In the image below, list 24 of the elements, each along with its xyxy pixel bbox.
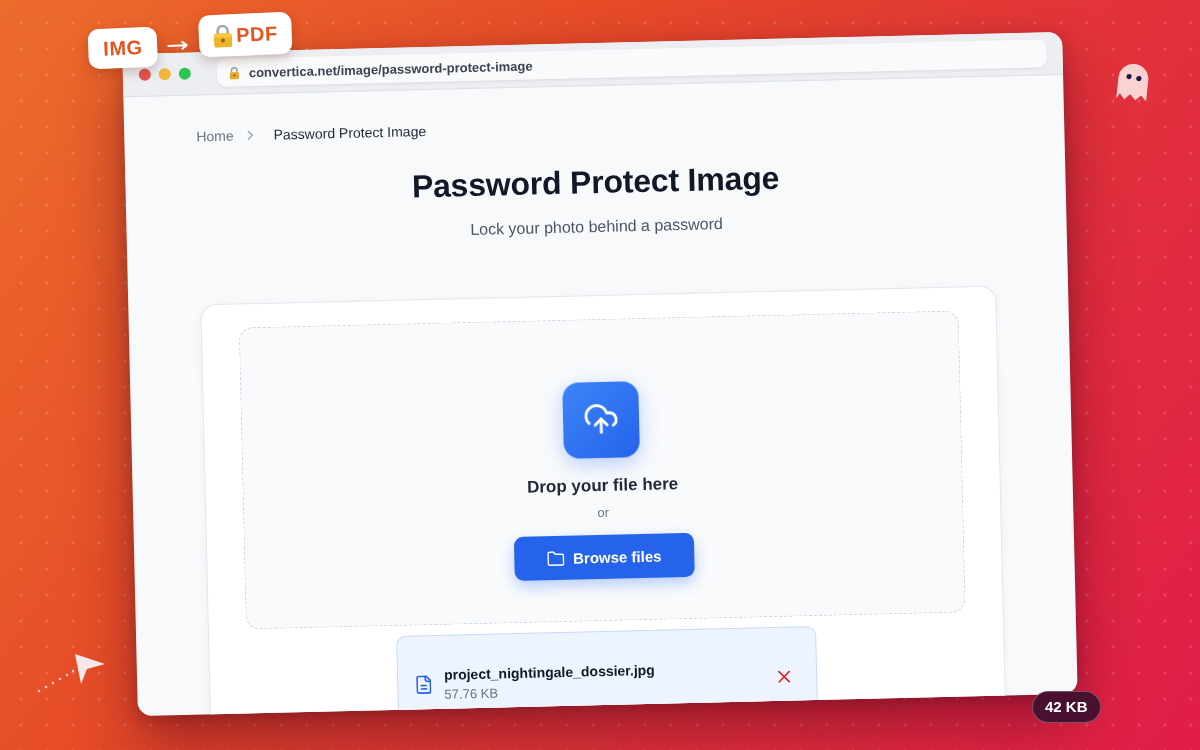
browse-button[interactable]: Browse files bbox=[513, 532, 695, 582]
page-subtitle: Lock your photo behind a password bbox=[469, 214, 724, 240]
padlock-icon bbox=[212, 23, 234, 48]
arrow-right-icon bbox=[167, 40, 190, 51]
window-control-icon[interactable] bbox=[178, 67, 191, 80]
drop-prompt: Drop your file here bbox=[526, 473, 679, 499]
breadcrumb-link[interactable]: Home bbox=[196, 127, 234, 145]
breadcrumb-current: Password Protect Image bbox=[273, 123, 427, 143]
drop-zone[interactable]: Drop your file here or Browse files bbox=[238, 310, 966, 630]
folder-icon bbox=[546, 550, 565, 566]
window-control-icon[interactable] bbox=[138, 68, 151, 81]
format-badge: IMG bbox=[87, 26, 159, 70]
remove-button[interactable] bbox=[778, 670, 791, 683]
close-icon bbox=[778, 670, 791, 683]
paper-plane-icon bbox=[35, 652, 107, 694]
separator-text: or bbox=[597, 503, 610, 523]
chevron-right-icon bbox=[247, 130, 254, 141]
cloud-upload-icon bbox=[562, 381, 640, 459]
format-badge: PDF bbox=[198, 11, 293, 58]
page-title: Password Protect Image bbox=[410, 158, 781, 207]
file-name: project_nightingale_dossier.jpg bbox=[443, 660, 656, 684]
file-size: 57.76 KB bbox=[444, 684, 500, 703]
document-icon bbox=[416, 675, 432, 695]
size-badge: 42 KB bbox=[1032, 691, 1101, 723]
